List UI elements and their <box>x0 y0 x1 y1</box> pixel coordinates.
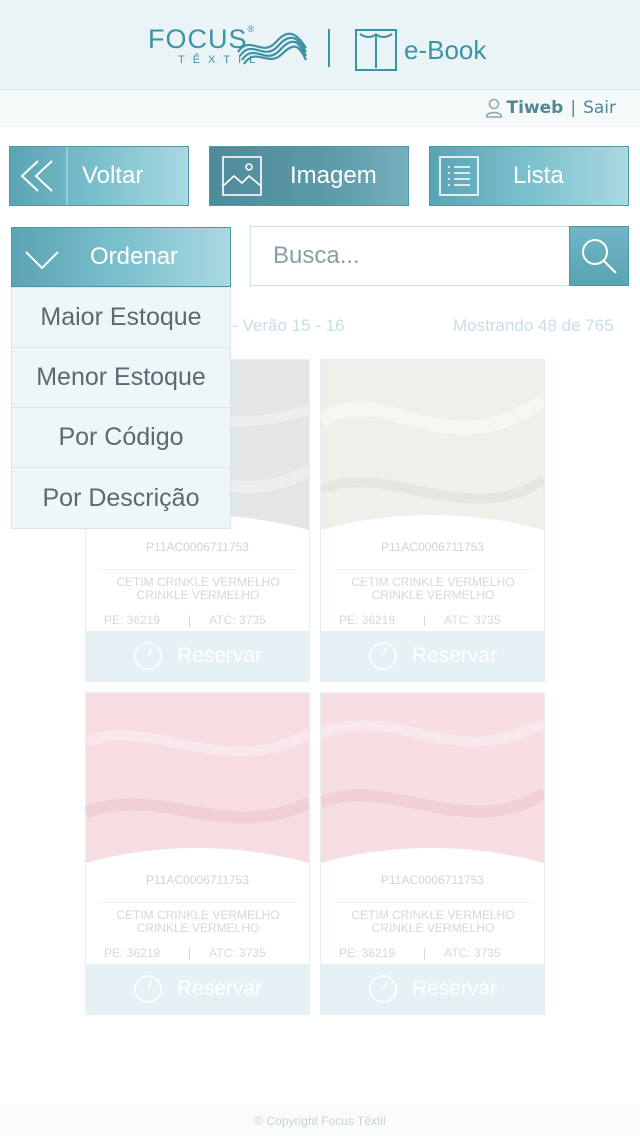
app-header: FOCUS® TÊXTIL e-Book <box>0 0 640 90</box>
product-code: P11AC0006711753 <box>146 540 249 554</box>
app-name: e-Book <box>404 34 487 65</box>
description-line-2: CRINKLE VERMELHO <box>136 588 260 602</box>
product-description: CETIM CRINKLE VERMELHO CRINKLE VERMELHO <box>98 569 298 602</box>
fabric-image <box>86 693 309 878</box>
clock-icon <box>134 642 162 670</box>
image-icon <box>222 156 262 196</box>
sort-option-por-descricao[interactable]: Por Descrição <box>12 468 230 528</box>
image-view-button[interactable]: Imagem <box>209 146 409 206</box>
fabric-image <box>321 693 544 878</box>
atc-value: ATC: 3735 <box>209 946 266 960</box>
atc-value: ATC: 3735 <box>209 613 266 627</box>
product-description: CETIM CRINKLE VERMELHO CRINKLE VERMELHO <box>333 902 533 935</box>
clock-icon <box>369 975 397 1003</box>
ebook-title: e-Book <box>354 28 486 72</box>
open-book-icon <box>355 29 397 71</box>
reserve-label: Reservar <box>411 644 498 667</box>
product-card[interactable]: P11AC0006711753 CETIM CRINKLE VERMELHO C… <box>320 692 545 1015</box>
reserve-label: Reservar <box>176 977 263 1000</box>
username[interactable]: Tiweb <box>507 98 564 118</box>
product-code: P11AC0006711753 <box>381 540 484 554</box>
results-count: Mostrando 48 de 765 <box>453 316 614 335</box>
fabric-image <box>321 360 544 545</box>
description-line-2: CRINKLE VERMELHO <box>371 921 495 935</box>
chevron-down-icon <box>25 251 59 270</box>
reserve-button[interactable]: Reservar <box>321 631 544 681</box>
double-chevron-left-icon <box>20 147 68 205</box>
product-description: CETIM CRINKLE VERMELHO CRINKLE VERMELHO <box>333 569 533 602</box>
list-view-button[interactable]: Lista <box>429 146 629 206</box>
search-input[interactable] <box>250 226 570 286</box>
waves-icon <box>237 32 307 65</box>
product-code: P11AC0006711753 <box>146 873 249 887</box>
pe-value: PE: 36219 <box>104 613 161 627</box>
reserve-button[interactable]: Reservar <box>86 964 309 1014</box>
back-button-label: Voltar <box>82 162 144 189</box>
sort-option-maior-estoque[interactable]: Maior Estoque <box>12 288 230 348</box>
sort-dropdown-menu: Maior Estoque Menor Estoque Por Código P… <box>11 287 231 529</box>
product-stats: PE: 36219 | ATC: 3735 <box>104 613 266 627</box>
product-card[interactable]: P11AC0006711753 CETIM CRINKLE VERMELHO C… <box>85 692 310 1015</box>
clock-icon <box>134 975 162 1003</box>
user-bar: Tiweb | Sair <box>0 91 640 127</box>
header-divider <box>328 29 330 67</box>
reserve-label: Reservar <box>411 977 498 1000</box>
product-description: CETIM CRINKLE VERMELHO CRINKLE VERMELHO <box>98 902 298 935</box>
product-stats: PE: 36219 | ATC: 3735 <box>339 946 501 960</box>
product-code: P11AC0006711753 <box>381 873 484 887</box>
back-button[interactable]: Voltar <box>9 146 189 206</box>
pe-value: PE: 36219 <box>339 613 396 627</box>
reserve-label: Reservar <box>176 644 263 667</box>
clock-icon <box>369 642 397 670</box>
reserve-button[interactable]: Reservar <box>86 631 309 681</box>
brand-name: FOCUS <box>148 24 248 54</box>
sort-option-por-codigo[interactable]: Por Código <box>12 408 230 468</box>
user-separator: | <box>570 98 577 118</box>
sort-option-menor-estoque[interactable]: Menor Estoque <box>12 348 230 408</box>
atc-value: ATC: 3735 <box>444 946 501 960</box>
description-line-2: CRINKLE VERMELHO <box>136 921 260 935</box>
pe-value: PE: 36219 <box>104 946 161 960</box>
search-icon <box>582 239 617 274</box>
pe-value: PE: 36219 <box>339 946 396 960</box>
product-stats: PE: 36219 | ATC: 3735 <box>104 946 266 960</box>
footer-copyright: © Copyright Focus Têxtil <box>0 1106 640 1136</box>
sort-button-label: Ordenar <box>90 243 179 270</box>
atc-value: ATC: 3735 <box>444 613 501 627</box>
product-card[interactable]: P11AC0006711753 CETIM CRINKLE VERMELHO C… <box>320 359 545 682</box>
logout-link[interactable]: Sair <box>583 98 616 118</box>
reserve-button[interactable]: Reservar <box>321 964 544 1014</box>
description-line-2: CRINKLE VERMELHO <box>371 588 495 602</box>
sort-button[interactable]: Ordenar <box>11 227 231 287</box>
search-button[interactable] <box>569 226 629 286</box>
product-stats: PE: 36219 | ATC: 3735 <box>339 613 501 627</box>
user-icon <box>485 98 502 118</box>
list-view-label: Lista <box>513 162 564 189</box>
image-view-label: Imagem <box>290 162 377 189</box>
focus-textil-logo[interactable]: FOCUS® TÊXTIL <box>148 24 310 70</box>
list-icon <box>439 156 479 196</box>
